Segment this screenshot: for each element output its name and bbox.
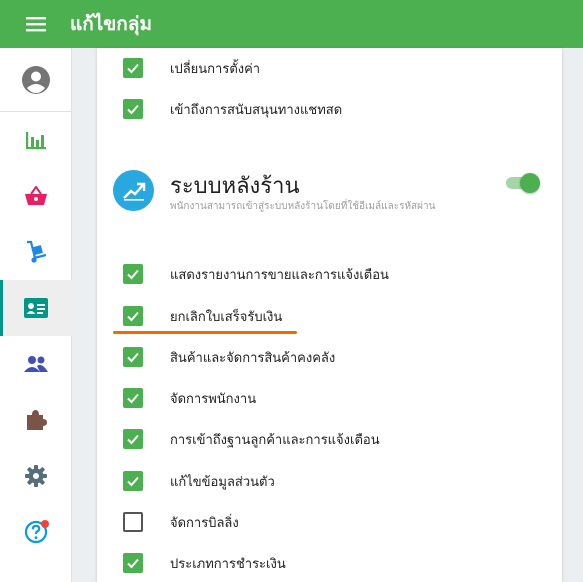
menu-button[interactable] — [18, 6, 54, 42]
people-icon — [24, 356, 48, 372]
checkbox-checked[interactable] — [123, 58, 143, 78]
permission-row-cancel-receipts[interactable]: ยกเลิกใบเสร็จรับเงิน — [123, 304, 282, 328]
permission-row-live-chat[interactable]: เข้าถึงการสนับสนุนทางแชทสด — [123, 97, 342, 121]
permission-label: ประเภทการชำระเงิน — [170, 556, 286, 572]
gear-icon — [25, 465, 47, 487]
check-icon — [127, 434, 139, 445]
permission-label: ยกเลิกใบเสร็จรับเงิน — [170, 309, 283, 325]
sidebar-item-account[interactable] — [0, 52, 72, 108]
permission-row-inventory[interactable]: สินค้าและจัดการสินค้าคงคลัง — [123, 345, 335, 369]
check-icon — [127, 63, 139, 74]
checkbox-checked[interactable] — [123, 99, 143, 119]
checkbox-checked[interactable] — [123, 264, 143, 284]
sidebar-item-settings[interactable] — [0, 448, 72, 504]
sidebar-item-integrations[interactable] — [0, 392, 72, 448]
check-icon — [127, 393, 139, 404]
sidebar-item-inventory[interactable] — [0, 224, 72, 280]
notification-dot — [41, 520, 49, 528]
permission-row-sales-reports[interactable]: แสดงรายงานการขายและการแจ้งเตือน — [123, 262, 389, 286]
app-bar: แก้ไขกลุ่ม — [0, 0, 583, 48]
permission-label: จัดการบิลลิ่ง — [170, 515, 239, 531]
checkbox-checked[interactable] — [123, 429, 143, 449]
permission-label: เข้าถึงการสนับสนุนทางแชทสด — [170, 102, 343, 118]
permission-label: จัดการพนักงาน — [170, 391, 257, 407]
check-icon — [127, 352, 139, 363]
sidebar-item-sales[interactable] — [0, 168, 72, 224]
checkbox-checked[interactable] — [123, 471, 143, 491]
check-icon — [127, 311, 139, 322]
permission-row-customer-base[interactable]: การเข้าถึงฐานลูกค้าและการแจ้งเตือน — [123, 427, 380, 451]
hamburger-menu-icon — [26, 17, 46, 32]
permission-label: สินค้าและจัดการสินค้าคงคลัง — [170, 350, 336, 366]
id-card-icon — [24, 298, 48, 318]
page-title: แก้ไขกลุ่ม — [70, 13, 152, 35]
sidebar-item-customers[interactable] — [0, 336, 72, 392]
trending-chart-icon — [122, 182, 145, 201]
permission-label: แก้ไขข้อมูลส่วนตัว — [170, 474, 275, 490]
backoffice-icon — [113, 170, 154, 211]
checkbox-checked[interactable] — [123, 347, 143, 367]
permission-label: การเข้าถึงฐานลูกค้าและการแจ้งเตือน — [170, 432, 380, 448]
sidebar-item-reports[interactable] — [0, 112, 72, 168]
check-icon — [127, 476, 139, 487]
permission-label: แสดงรายงานการขายและการแจ้งเตือน — [170, 267, 389, 283]
sidebar-item-help[interactable] — [0, 504, 72, 560]
sidebar-item-employees[interactable] — [0, 280, 72, 336]
permission-row-edit-profile[interactable]: แก้ไขข้อมูลส่วนตัว — [123, 469, 275, 493]
permission-row-change-settings[interactable]: เปลี่ยนการตั้งค่า — [123, 56, 260, 80]
permission-label: เปลี่ยนการตั้งค่า — [170, 61, 261, 77]
account-circle-icon — [22, 66, 50, 94]
sidebar — [0, 48, 72, 582]
basket-icon — [25, 186, 47, 205]
backoffice-toggle[interactable] — [504, 173, 540, 193]
highlight-underline — [113, 331, 297, 334]
checkbox-checked[interactable] — [123, 306, 143, 326]
permission-row-manage-employees[interactable]: จัดการพนักงาน — [123, 386, 256, 410]
bar-chart-icon — [26, 132, 46, 150]
puzzle-icon — [27, 410, 47, 430]
checkbox-checked[interactable] — [123, 553, 143, 573]
check-icon — [127, 558, 139, 569]
permission-row-billing[interactable]: จัดการบิลลิ่ง — [123, 510, 239, 534]
check-icon — [127, 104, 139, 115]
backoffice-subtitle: พนักงานสามารถเข้าสู่ระบบหลังร้านโดยที่ใช… — [170, 201, 436, 212]
checkbox-checked[interactable] — [123, 388, 143, 408]
permission-row-payment-types[interactable]: ประเภทการชำระเงิน — [123, 551, 286, 575]
backoffice-title: ระบบหลังร้าน — [170, 174, 300, 199]
hand-truck-icon — [27, 240, 47, 263]
toggle-thumb — [520, 173, 540, 193]
checkbox-unchecked[interactable] — [123, 512, 143, 532]
check-icon — [127, 269, 139, 280]
